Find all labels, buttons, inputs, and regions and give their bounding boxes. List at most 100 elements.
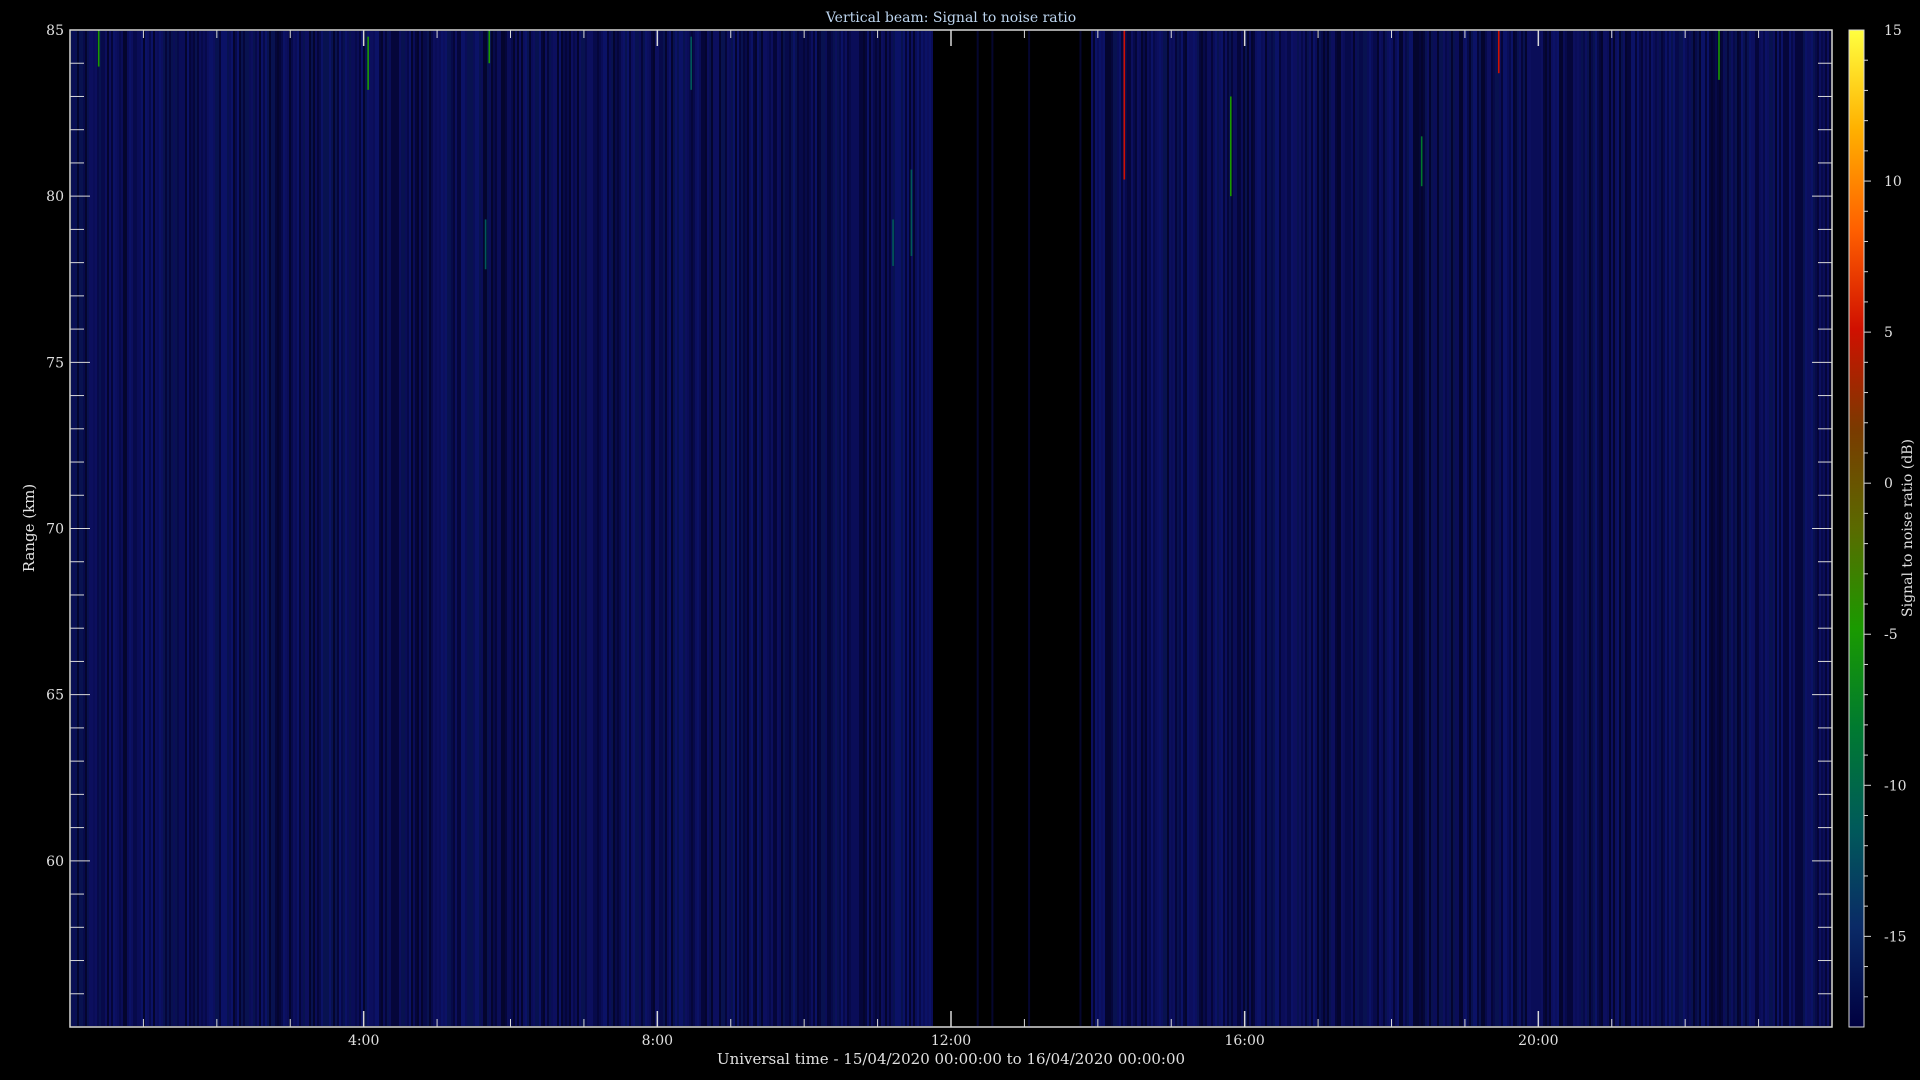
heatmap-column	[1505, 31, 1507, 1026]
heatmap-column	[1171, 31, 1173, 1026]
heatmap-column	[809, 31, 811, 1026]
heatmap-column	[1693, 31, 1695, 1026]
heatmap-column	[801, 31, 803, 1026]
heatmap-column	[1119, 31, 1121, 1026]
heatmap-column	[1381, 31, 1383, 1026]
heatmap-column	[1489, 31, 1491, 1026]
heatmap-column	[889, 31, 891, 1026]
heatmap-column	[1115, 31, 1117, 1026]
heatmap-column	[289, 31, 291, 1026]
heatmap-column	[413, 31, 415, 1026]
heatmap-column	[145, 31, 147, 1026]
heatmap-column	[1137, 31, 1139, 1026]
heatmap-column	[1447, 31, 1449, 1026]
heatmap-column	[521, 31, 523, 1026]
heatmap-column	[1783, 31, 1785, 1026]
y-tick-label: 70	[46, 522, 64, 538]
heatmap-column	[1515, 31, 1517, 1026]
heatmap-column	[1253, 31, 1255, 1026]
heatmap-column	[1595, 31, 1597, 1026]
heatmap-column	[1551, 31, 1553, 1026]
heatmap-column	[841, 31, 843, 1026]
heatmap-column	[1147, 31, 1149, 1026]
heatmap-column	[479, 31, 481, 1026]
heatmap-column	[789, 31, 791, 1026]
heatmap-column	[471, 31, 473, 1026]
heatmap-column	[343, 31, 345, 1026]
heatmap-column	[133, 31, 135, 1026]
heatmap-column	[1403, 31, 1405, 1026]
heatmap-column	[765, 31, 767, 1026]
heatmap-column	[121, 31, 123, 1026]
heatmap-column	[1585, 31, 1587, 1026]
heatmap-column	[1159, 31, 1161, 1026]
heatmap-column	[217, 31, 219, 1026]
heatmap-column	[389, 31, 391, 1026]
heatmap-column	[703, 31, 705, 1026]
heatmap-column	[683, 31, 685, 1026]
heatmap-column	[1355, 31, 1357, 1026]
heatmap-column	[1125, 31, 1127, 1026]
heatmap-column	[1723, 31, 1725, 1026]
heatmap-column	[1271, 31, 1273, 1026]
heatmap-column	[787, 31, 789, 1026]
heatmap-column	[1741, 31, 1743, 1026]
heatmap-column	[1105, 31, 1107, 1026]
heatmap-column	[1163, 31, 1165, 1026]
heatmap-column	[1149, 31, 1151, 1026]
heatmap-column	[243, 31, 245, 1026]
heatmap-column	[1297, 31, 1299, 1026]
heatmap-column	[1295, 31, 1297, 1026]
heatmap-column	[1565, 31, 1567, 1026]
heatmap-column	[821, 31, 823, 1026]
heatmap-column	[1337, 31, 1339, 1026]
heatmap-column	[1369, 31, 1371, 1026]
heatmap-column	[1127, 31, 1129, 1026]
heatmap-column	[1577, 31, 1579, 1026]
heatmap-column	[207, 31, 209, 1026]
heatmap-column	[1375, 31, 1377, 1026]
heatmap-column	[463, 31, 465, 1026]
heatmap-column	[1151, 31, 1153, 1026]
heatmap-column	[1353, 31, 1355, 1026]
colorbar	[1848, 29, 1865, 1028]
heatmap-column	[1333, 31, 1335, 1026]
heatmap-column	[1247, 31, 1249, 1026]
heatmap-column	[1155, 31, 1157, 1026]
heatmap-column	[473, 31, 475, 1026]
heatmap-column	[853, 31, 855, 1026]
heatmap-column	[1457, 31, 1459, 1026]
heatmap-column	[1633, 31, 1635, 1026]
heatmap-column	[409, 31, 411, 1026]
heatmap-column	[1391, 31, 1393, 1026]
heatmap-column	[1469, 31, 1471, 1026]
heatmap-column	[335, 31, 337, 1026]
heatmap-column	[1687, 31, 1689, 1026]
heatmap-column	[551, 31, 553, 1026]
heatmap-column	[1161, 31, 1163, 1026]
heatmap-column	[1145, 31, 1147, 1026]
heatmap-column	[1201, 31, 1203, 1026]
heatmap-column	[1357, 31, 1359, 1026]
heatmap-column	[1623, 31, 1625, 1026]
heatmap-column	[1757, 31, 1759, 1026]
heatmap-column	[1197, 31, 1199, 1026]
heatmap-column	[1203, 31, 1205, 1026]
heatmap-column	[827, 31, 829, 1026]
heatmap-column	[369, 31, 371, 1026]
heatmap-column	[435, 31, 437, 1026]
heatmap-column	[1609, 31, 1611, 1026]
colorbar-tick-label: 10	[1884, 174, 1902, 190]
heatmap-column	[1773, 31, 1775, 1026]
heatmap-column	[1629, 31, 1631, 1026]
heatmap-column	[671, 31, 673, 1026]
heatmap-column	[1173, 31, 1175, 1026]
heatmap-column	[503, 31, 505, 1026]
heatmap-column	[593, 31, 595, 1026]
heatmap-column	[643, 31, 645, 1026]
heatmap-column	[1383, 31, 1385, 1026]
heatmap-column	[1611, 31, 1613, 1026]
heatmap-column	[223, 31, 225, 1026]
heatmap-column	[201, 31, 203, 1026]
heatmap-column	[607, 31, 609, 1026]
